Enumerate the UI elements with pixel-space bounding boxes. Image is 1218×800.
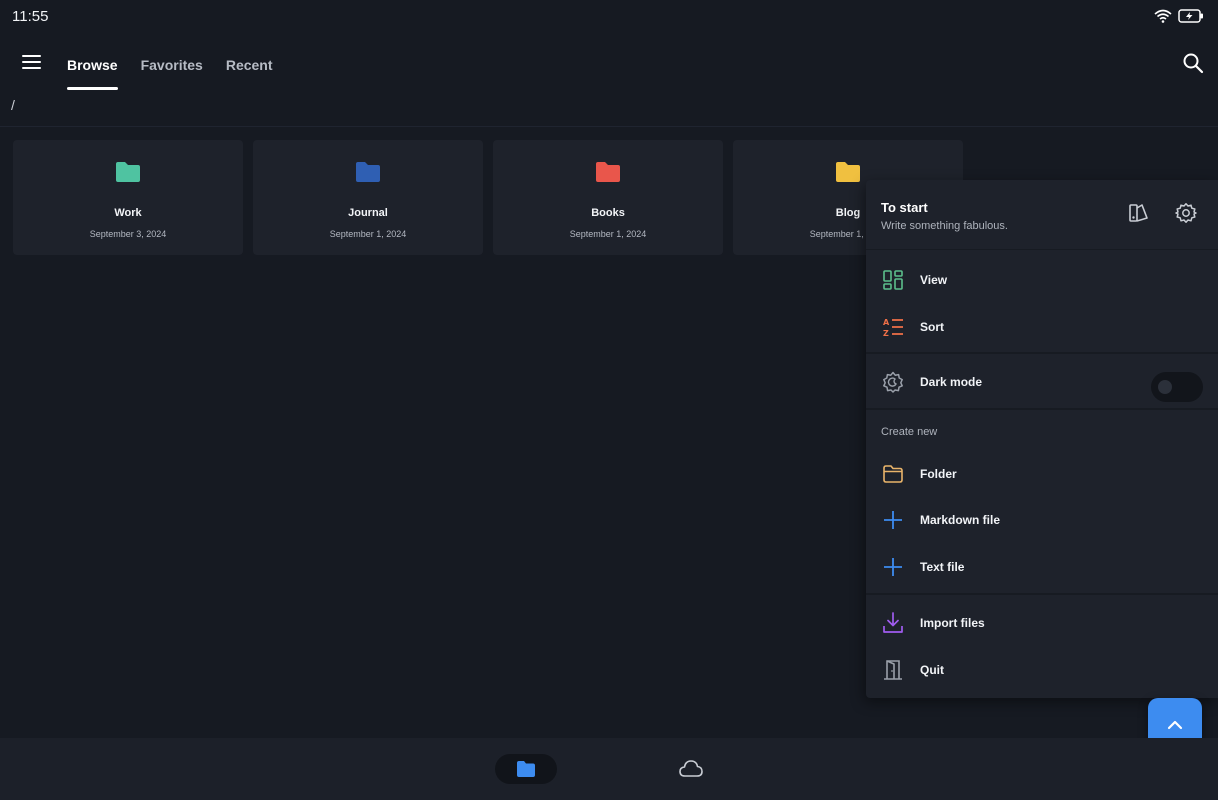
breadcrumb: / <box>0 97 1218 127</box>
folder-date: September 1, 2024 <box>329 229 407 239</box>
folder-icon <box>596 162 620 182</box>
folder-icon <box>517 761 535 777</box>
search-icon[interactable] <box>1182 52 1204 74</box>
menu-item-new-folder[interactable]: Folder <box>866 452 1218 496</box>
dark-mode-toggle[interactable] <box>1151 372 1203 402</box>
folder-card-books[interactable]: Books September 1, 2024 <box>493 140 723 255</box>
menu-item-dark-mode[interactable]: Dark mode <box>866 360 1218 404</box>
wifi-icon <box>1154 9 1172 23</box>
folder-date: September 1, 2024 <box>569 229 647 239</box>
plus-icon <box>884 558 902 576</box>
folder-outline-icon <box>883 465 903 483</box>
tab-bar: Browse Favorites Recent <box>67 40 296 90</box>
dark-mode-icon <box>883 371 903 393</box>
menu-item-label: Quit <box>920 663 944 677</box>
menu-item-new-markdown[interactable]: Markdown file <box>866 498 1218 542</box>
menu-item-sort[interactable]: AZ Sort <box>866 305 1218 349</box>
grid-view-icon <box>883 270 903 290</box>
bottom-navigation <box>0 738 1218 800</box>
plus-icon <box>884 511 902 529</box>
nav-local-files[interactable] <box>495 754 557 784</box>
tab-favorites[interactable]: Favorites <box>141 40 203 90</box>
menu-item-label: Folder <box>920 467 957 481</box>
menu-item-import[interactable]: Import files <box>866 601 1218 645</box>
menu-item-label: Text file <box>920 560 965 574</box>
menu-divider <box>866 352 1218 354</box>
battery-charging-icon <box>1178 9 1204 23</box>
nav-cloud-sync[interactable] <box>678 757 704 781</box>
folder-icon <box>356 162 380 182</box>
menu-item-label: Markdown file <box>920 513 1001 527</box>
folder-icon <box>116 162 140 182</box>
chevron-up-icon <box>1167 720 1183 730</box>
menu-item-label: Import files <box>920 616 985 630</box>
cloud-icon <box>679 760 703 777</box>
tab-browse[interactable]: Browse <box>67 40 118 90</box>
top-app-bar: Browse Favorites Recent <box>0 40 1218 90</box>
theme-palette-icon[interactable] <box>1128 202 1150 224</box>
overflow-menu: To start Write something fabulous. View … <box>866 180 1218 698</box>
menu-item-label: Dark mode <box>920 375 983 389</box>
folder-name: Journal <box>348 207 388 219</box>
section-label-create-new: Create new <box>881 426 938 438</box>
menu-title: To start <box>881 200 928 215</box>
svg-text:A: A <box>883 318 890 327</box>
folder-card-journal[interactable]: Journal September 1, 2024 <box>253 140 483 255</box>
folder-icon <box>836 162 860 182</box>
toggle-knob <box>1158 380 1172 394</box>
gear-icon[interactable] <box>1175 202 1197 224</box>
folder-date: September 3, 2024 <box>89 229 167 239</box>
breadcrumb-path[interactable]: / <box>11 97 15 113</box>
status-time: 11:55 <box>12 7 49 25</box>
status-bar: 11:55 <box>0 0 1218 32</box>
door-exit-icon <box>884 660 902 680</box>
menu-item-quit[interactable]: Quit <box>866 648 1218 692</box>
menu-header: To start Write something fabulous. <box>866 180 1218 250</box>
menu-divider <box>866 408 1218 410</box>
svg-text:Z: Z <box>883 329 889 338</box>
folder-card-work[interactable]: Work September 3, 2024 <box>13 140 243 255</box>
sort-alpha-icon: AZ <box>883 318 903 338</box>
folder-name: Books <box>591 207 625 219</box>
menu-subtitle: Write something fabulous. <box>881 220 1008 232</box>
menu-item-new-text[interactable]: Text file <box>866 545 1218 589</box>
menu-item-label: Sort <box>920 320 944 334</box>
import-download-icon <box>883 612 903 633</box>
folder-name: Work <box>114 207 142 219</box>
menu-item-view[interactable]: View <box>866 258 1218 302</box>
status-icons <box>1154 9 1204 23</box>
menu-divider <box>866 593 1218 595</box>
menu-item-label: View <box>920 273 948 287</box>
tab-recent[interactable]: Recent <box>226 40 273 90</box>
menu-icon[interactable] <box>21 53 43 71</box>
